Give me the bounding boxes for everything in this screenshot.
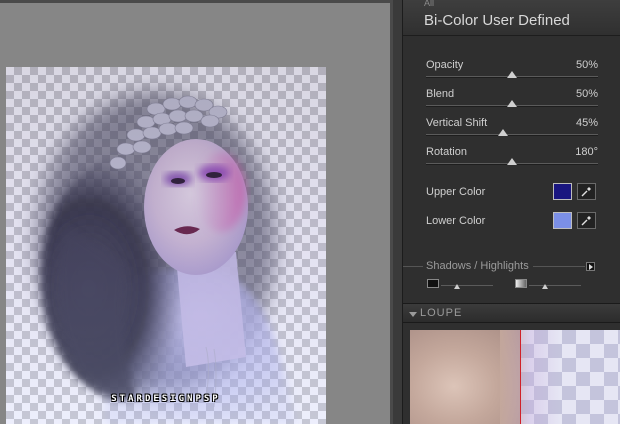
loupe-header[interactable]: LOUPE	[403, 303, 620, 323]
vertical-shift-label: Vertical Shift	[426, 117, 488, 129]
highlights-thumb[interactable]	[541, 284, 548, 289]
opacity-value[interactable]: 50%	[576, 59, 598, 71]
eyedropper-icon	[581, 216, 591, 226]
upper-color-row: Upper Color	[426, 183, 598, 203]
rotation-label: Rotation	[426, 146, 467, 158]
blend-value[interactable]: 50%	[576, 88, 598, 100]
loupe-label: LOUPE	[420, 307, 463, 319]
rotation-value[interactable]: 180°	[575, 146, 598, 158]
lower-color-swatch[interactable]	[553, 212, 572, 229]
collapse-caret-icon[interactable]	[409, 312, 417, 317]
highlights-track[interactable]	[529, 285, 581, 286]
upper-eyedropper-button[interactable]	[577, 183, 596, 200]
blend-label: Blend	[426, 88, 455, 100]
rotation-slider[interactable]: Rotation 180°	[426, 146, 598, 172]
vertical-shift-slider[interactable]: Vertical Shift 45%	[426, 117, 598, 143]
blend-thumb[interactable]	[507, 100, 517, 107]
loupe-split-line[interactable]	[520, 330, 521, 424]
opacity-slider[interactable]: Opacity 50%	[426, 59, 598, 85]
section-divider-left	[403, 266, 423, 267]
canvas-scroll-strip[interactable]	[393, 0, 402, 424]
blend-slider[interactable]: Blend 50%	[426, 88, 598, 114]
section-divider-right	[533, 266, 585, 267]
upper-color-label: Upper Color	[426, 186, 486, 198]
upper-color-swatch[interactable]	[553, 183, 572, 200]
lower-color-row: Lower Color	[426, 212, 598, 232]
lower-color-label: Lower Color	[426, 215, 486, 227]
shadows-chip	[427, 279, 439, 288]
vertical-shift-value[interactable]: 45%	[576, 117, 598, 129]
portrait-photo	[6, 67, 326, 424]
loupe-preview[interactable]	[410, 330, 620, 424]
lower-eyedropper-button[interactable]	[577, 212, 596, 229]
shadows-track[interactable]	[441, 285, 493, 286]
image-document[interactable]: STARDESIGNPSP	[6, 67, 326, 424]
watermark-text: STARDESIGNPSP	[111, 394, 221, 404]
eyedropper-icon	[581, 187, 591, 197]
canvas-area[interactable]: STARDESIGNPSP	[0, 0, 402, 424]
canvas-frame-top	[0, 0, 393, 3]
panel-subtitle: All	[424, 0, 435, 8]
opacity-thumb[interactable]	[507, 71, 517, 78]
vertical-shift-track[interactable]	[426, 134, 598, 136]
filter-panel: All Bi-Color User Defined Opacity 50% Bl…	[402, 0, 620, 424]
shadows-thumb[interactable]	[453, 284, 460, 289]
rotation-thumb[interactable]	[507, 158, 517, 165]
shadows-highlights-label[interactable]: Shadows / Highlights	[426, 260, 529, 272]
loupe-blend	[500, 330, 560, 424]
expand-arrow-icon[interactable]	[586, 262, 595, 271]
vertical-shift-thumb[interactable]	[498, 129, 509, 136]
opacity-label: Opacity	[426, 59, 464, 71]
highlights-chip	[515, 279, 527, 288]
panel-header: All Bi-Color User Defined	[403, 0, 620, 36]
panel-title: Bi-Color User Defined	[424, 12, 570, 29]
